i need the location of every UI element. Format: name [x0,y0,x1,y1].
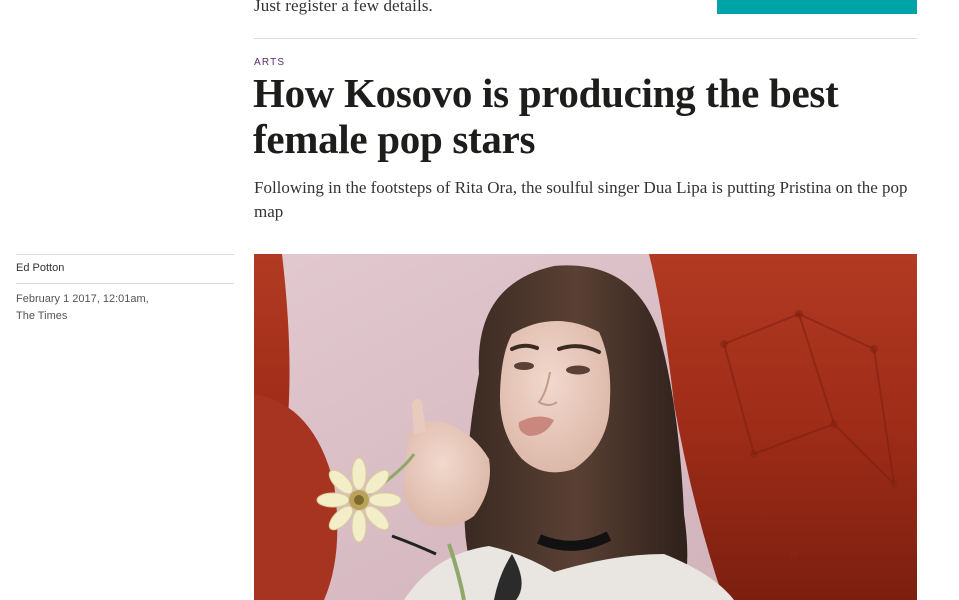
register-prompt: Just register a few details. [254,0,433,15]
byline-divider-bottom [16,283,234,284]
publish-date: February 1 2017, 12:01am, [16,293,149,305]
article-standfirst: Following in the footsteps of Rita Ora, … [254,178,908,221]
article-headline: How Kosovo is producing the best female … [253,70,839,162]
hero-image [254,254,917,600]
author-link[interactable]: Ed Potton [16,262,64,274]
publication-name: The Times [16,310,68,322]
section-label[interactable]: ARTS [254,57,285,68]
byline-divider-top [16,254,234,255]
dateline: February 1 2017, 12:01am, The Times [16,291,234,325]
header-divider [254,38,917,39]
register-button[interactable] [717,0,917,14]
